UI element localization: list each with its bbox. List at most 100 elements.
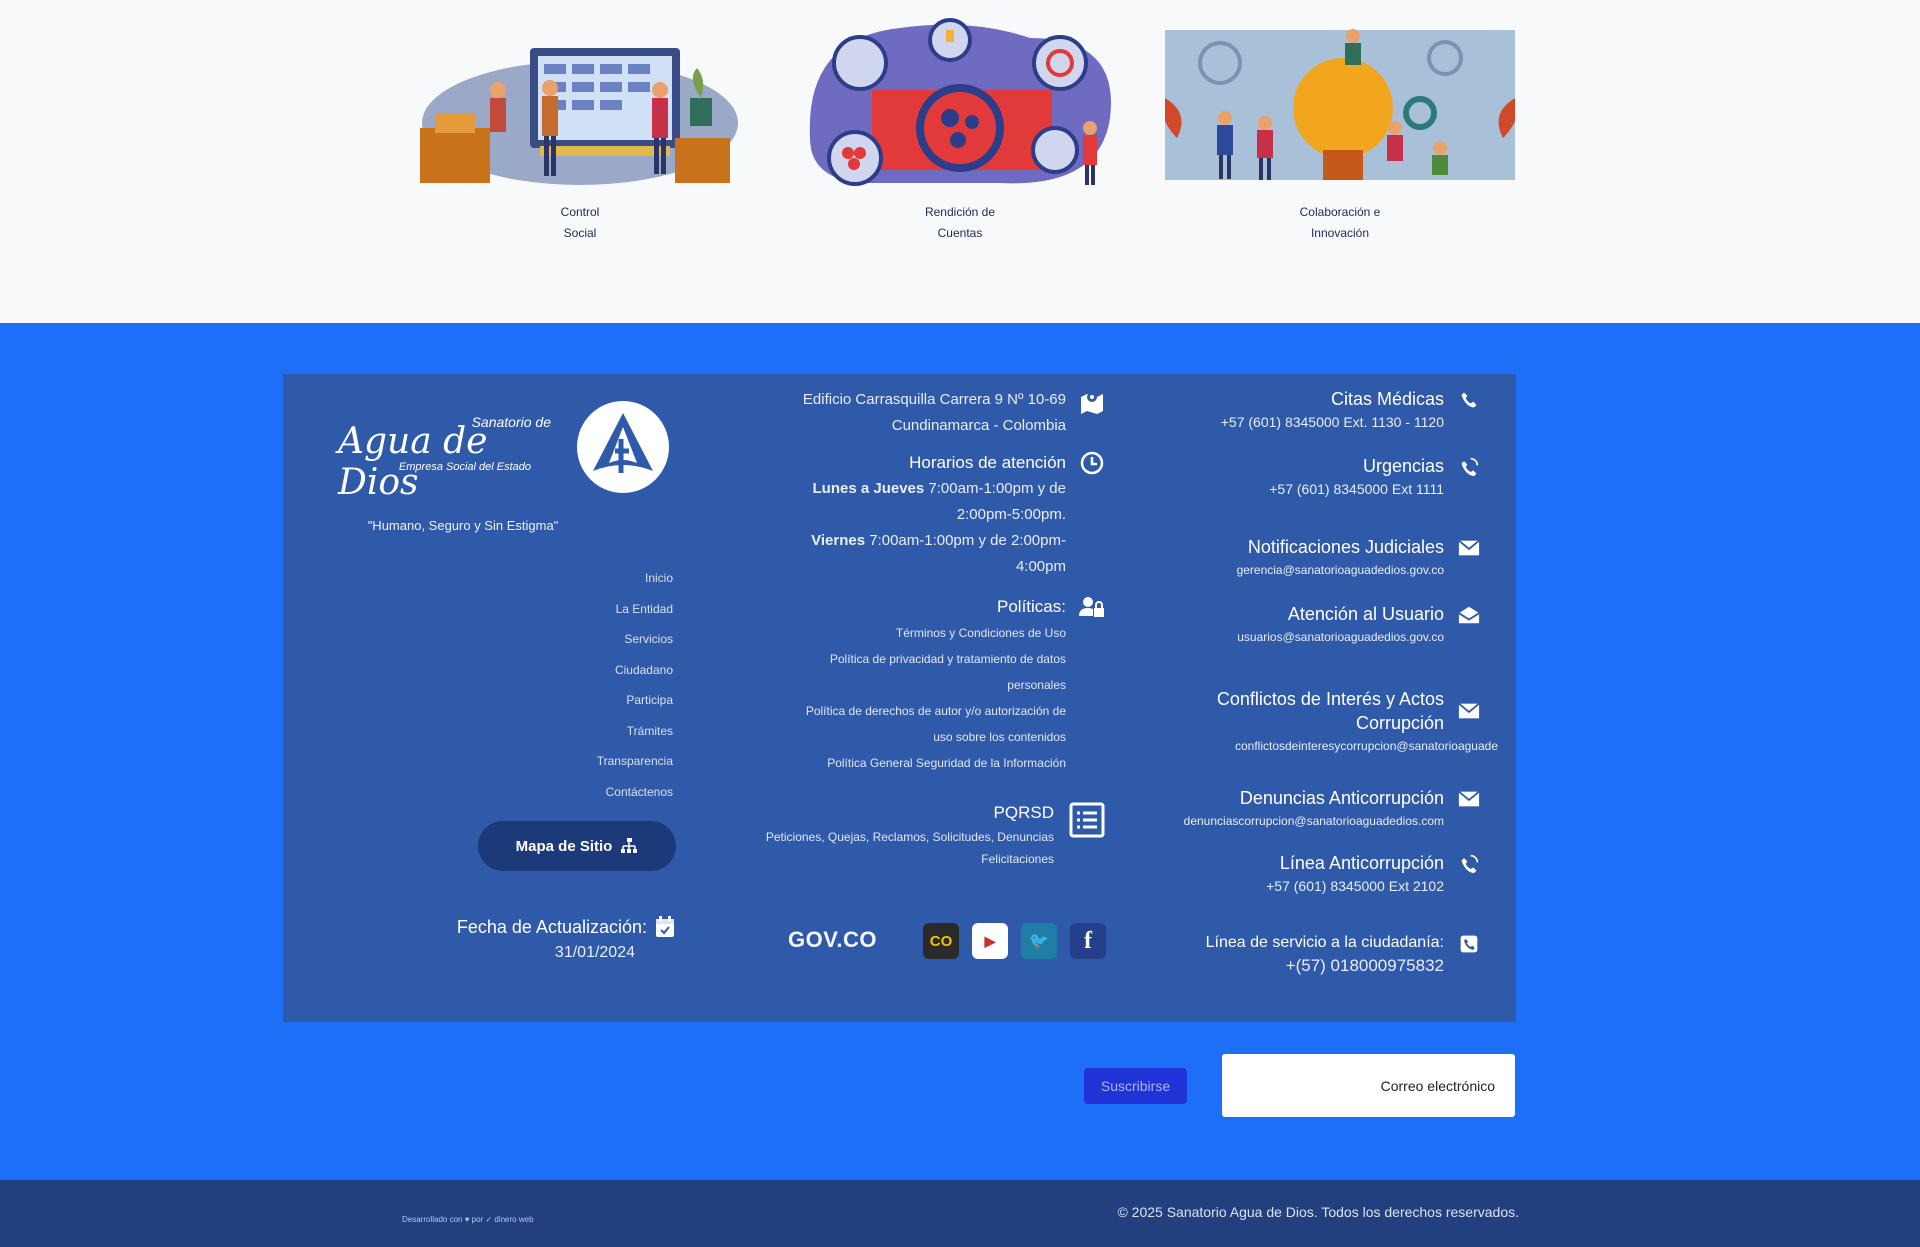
card-caption-line: Colaboración e [1299, 205, 1381, 219]
copyright-bar: © 2025 Sanatorio Agua de Dios. Todos los… [0, 1180, 1920, 1247]
calendar-icon [656, 916, 674, 937]
map-marker-icon [1081, 392, 1103, 414]
nav-link-tramites[interactable]: Trámites [513, 716, 673, 747]
hours-line: Lunes a Jueves 7:00am-1:00pm y de [811, 476, 1106, 502]
footer-panel: Citas Médicas +57 (601) 8345000 Ext. 113… [283, 374, 1516, 1022]
sitemap-label: Mapa de Sitio [515, 837, 613, 855]
contact-phone[interactable]: +57 (601) 8345000 Ext 2102 [1266, 875, 1480, 897]
contact-email[interactable]: denunciascorrupcion@sanatorioaguadedios.… [1184, 810, 1480, 832]
policy-link-privacidad[interactable]: Política de privacidad y tratamiento de … [806, 646, 1106, 672]
copyright-text: © 2025 Sanatorio Agua de Dios. Todos los… [1117, 1204, 1519, 1220]
nav-link-inicio[interactable]: Inicio [513, 563, 673, 594]
contact-title: Línea Anticorrupción [1279, 853, 1444, 873]
card-caption-line: Social [563, 226, 597, 240]
contact-title: Urgencias [1362, 456, 1444, 476]
policy-link-derechos-autor[interactable]: uso sobre los contenidos [806, 724, 1106, 750]
newsletter-email-input[interactable] [1222, 1054, 1515, 1117]
nav-link-servicios[interactable]: Servicios [513, 624, 673, 655]
pqrsd-title: PQRSD [993, 803, 1054, 822]
hours-day: Lunes a Jueves [812, 480, 925, 497]
contact-citas-medicas[interactable]: Citas Médicas +57 (601) 8345000 Ext. 113… [1221, 387, 1480, 433]
mail-open-icon [1458, 606, 1480, 624]
contact-urgencias[interactable]: Urgencias +57 (601) 8345000 Ext 1111 [1269, 454, 1480, 500]
card-caption: Rendición de Cuentas [800, 202, 1120, 244]
card-control-social[interactable]: Control Social [420, 18, 740, 244]
contact-email[interactable]: conflictosdeinteresycorrupcion@sanatorio… [1217, 735, 1498, 757]
hours-day: Viernes [811, 532, 866, 549]
card-caption-line: Cuentas [937, 226, 983, 240]
policy-link-derechos-autor[interactable]: Política de derechos de autor y/o autori… [806, 698, 1106, 724]
contact-linea-anticorrupcion[interactable]: Línea Anticorrupción +57 (601) 8345000 E… [1266, 851, 1480, 897]
agua-de-dios-logo-mark [577, 401, 669, 493]
contact-title: Corrupción [1355, 713, 1444, 733]
services-strip: Control Social Rendición de Cuentas Cola… [0, 0, 1920, 323]
sitemap-button[interactable]: Mapa de Sitio [478, 821, 676, 871]
colaboracion-innovacion-illustration [1165, 29, 1515, 180]
mail-icon [1458, 539, 1480, 556]
update-date: 31/01/2024 [554, 944, 635, 961]
user-lock-icon [1079, 597, 1104, 617]
hours-line: 2:00pm-5:00pm. [811, 502, 1106, 528]
contact-conflictos-interes[interactable]: Conflictos de Interés y Actos Corrupción… [1216, 687, 1498, 757]
address-line: Edificio Carrasquilla Carrera 9 Nº 10-69 [802, 391, 1066, 408]
contact-servicio-ciudadania[interactable]: Línea de servicio a la ciudadanía: +(57)… [1206, 931, 1480, 977]
govco-logo[interactable]: GOV.CO [788, 927, 877, 953]
twitter-icon[interactable]: 🐦 [1021, 923, 1057, 959]
card-colaboracion-innovacion[interactable]: Colaboración e Innovación [1165, 18, 1515, 244]
contact-denuncias-anticorrupcion[interactable]: Denuncias Anticorrupción denunciascorrup… [1184, 786, 1480, 832]
sanatorio-logo[interactable]: Sanatorio de Agua de Dios Empresa Social… [338, 399, 671, 503]
mail-icon [1458, 790, 1480, 807]
phone-icon [1461, 392, 1477, 408]
youtube-icon[interactable]: ▶ [972, 923, 1008, 959]
list-icon [1069, 802, 1105, 838]
subscribe-button[interactable]: Suscribirse [1084, 1068, 1187, 1104]
card-caption: Colaboración e Innovación [1165, 202, 1515, 244]
hours-time: 7:00am-1:00pm y de [924, 480, 1066, 497]
contact-atencion-usuario[interactable]: Atención al Usuario usuarios@sanatorioag… [1237, 602, 1480, 648]
contact-title: Denuncias Anticorrupción [1239, 788, 1444, 808]
policy-link-seguridad[interactable]: Política General Seguridad de la Informa… [806, 750, 1106, 776]
hours-time: 4:00pm [1015, 558, 1066, 575]
pqrsd-description: Felicitaciones [981, 852, 1054, 866]
logo-sub-text: Empresa Social del Estado [398, 461, 531, 473]
hours-line: 4:00pm [811, 554, 1106, 580]
hours-block: Horarios de atención Lunes a Jueves 7:00… [811, 450, 1106, 580]
facebook-icon[interactable]: f [1070, 923, 1106, 959]
nav-link-entidad[interactable]: La Entidad [513, 594, 673, 625]
colombia-icon[interactable]: CO [923, 923, 959, 959]
update-title: Fecha de Actualización: [456, 917, 647, 937]
nav-link-participa[interactable]: Participa [513, 685, 673, 716]
policies-title: Políticas: [997, 597, 1066, 616]
policies-block: Políticas: Términos y Condiciones de Uso… [806, 594, 1106, 776]
phone-square-icon [1460, 935, 1478, 953]
contact-title: Notificaciones Judiciales [1247, 537, 1444, 557]
pqrsd-block[interactable]: PQRSD Peticiones, Quejas, Reclamos, Soli… [766, 800, 1106, 870]
footer-nav: Inicio La Entidad Servicios Ciudadano Pa… [513, 563, 673, 807]
contact-email[interactable]: gerencia@sanatorioaguadedios.gov.co [1237, 559, 1480, 581]
card-caption-line: Innovación [1310, 226, 1370, 240]
phone-ring-icon [1461, 457, 1479, 477]
card-caption-line: Control [560, 205, 600, 219]
hours-title: Horarios de atención [909, 453, 1066, 472]
rendicion-cuentas-illustration [809, 18, 1111, 186]
contact-phone[interactable]: +57 (601) 8345000 Ext. 1130 - 1120 [1221, 411, 1480, 433]
policy-link-terminos[interactable]: Términos y Condiciones de Uso [806, 620, 1106, 646]
contact-notificaciones-judiciales[interactable]: Notificaciones Judiciales gerencia@sanat… [1237, 535, 1480, 581]
contact-phone[interactable]: +57 (601) 8345000 Ext 1111 [1269, 478, 1480, 500]
nav-link-contactenos[interactable]: Contáctenos [513, 777, 673, 808]
contact-title: Conflictos de Interés y Actos [1216, 689, 1444, 709]
developer-credit[interactable]: Desarrollado con ♥ por ✓ dinero web [402, 1215, 534, 1224]
contact-email[interactable]: usuarios@sanatorioaguadedios.gov.co [1237, 626, 1480, 648]
social-links: CO ▶ 🐦 f [923, 923, 1106, 959]
hours-time: 2:00pm-5:00pm. [956, 506, 1066, 523]
update-date-block: Fecha de Actualización: 31/01/2024 [413, 914, 675, 966]
policy-link-privacidad[interactable]: personales [806, 672, 1106, 698]
phone-ring-icon [1461, 854, 1479, 874]
contact-title: Citas Médicas [1330, 389, 1444, 409]
control-social-illustration [420, 48, 738, 185]
contact-phone[interactable]: +(57) 018000975832 [1206, 955, 1480, 977]
nav-link-ciudadano[interactable]: Ciudadano [513, 655, 673, 686]
nav-link-transparencia[interactable]: Transparencia [513, 746, 673, 777]
card-rendicion-cuentas[interactable]: Rendición de Cuentas [800, 18, 1120, 244]
hours-time: 7:00am-1:00pm y de 2:00pm- [865, 532, 1066, 549]
